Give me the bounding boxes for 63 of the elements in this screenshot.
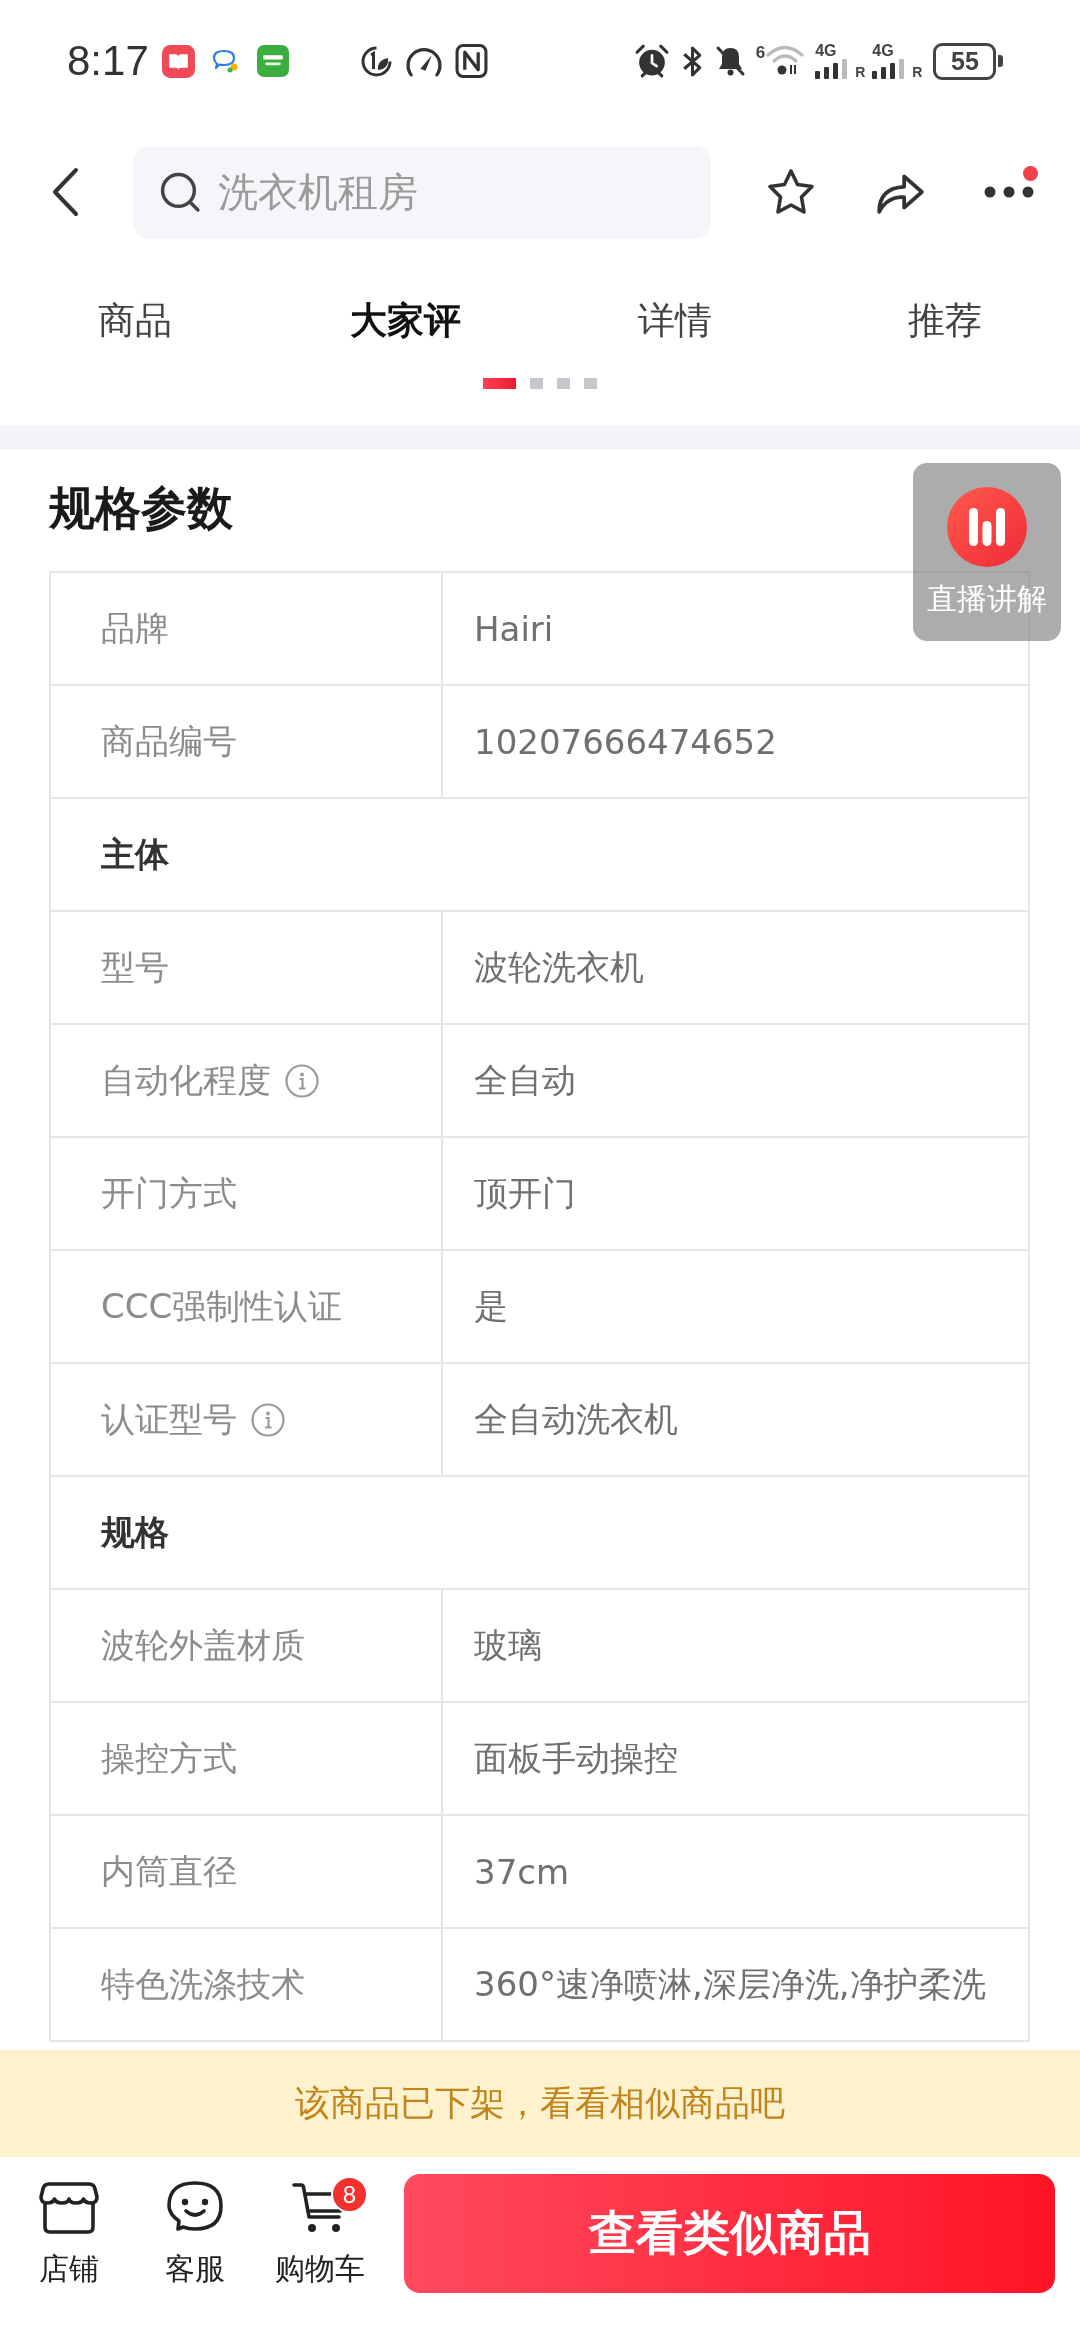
spec-value: 玻璃 xyxy=(474,1623,542,1667)
app-tile-icon xyxy=(256,45,289,77)
nav-tab[interactable]: 大家评 xyxy=(270,286,540,356)
store-button[interactable]: 店铺 xyxy=(19,2174,119,2287)
spec-label: 品牌 xyxy=(101,606,169,650)
spec-value: 顶开门 xyxy=(474,1171,576,1215)
back-icon xyxy=(50,167,80,217)
spec-label: 特色洗涤技术 xyxy=(101,1962,305,2006)
spec-value: 波轮洗衣机 xyxy=(474,945,644,989)
wifi-label: 6 xyxy=(755,44,766,61)
star-icon xyxy=(766,168,816,216)
search-field[interactable]: 洗衣机租房 xyxy=(133,145,711,239)
roaming-label: R xyxy=(912,65,923,79)
favorite-button[interactable] xyxy=(766,168,816,216)
spec-label: 波轮外盖材质 xyxy=(101,1623,305,1667)
spec-label: 开门方式 xyxy=(101,1171,237,1215)
spec-label: 操控方式 xyxy=(101,1736,237,1780)
spec-value: 全自动 xyxy=(474,1058,576,1102)
customer-service-button[interactable]: 客服 xyxy=(145,2174,245,2287)
back-button[interactable] xyxy=(50,167,80,217)
spec-value: 全自动洗衣机 xyxy=(474,1397,678,1441)
section-title: 规格参数 xyxy=(49,480,233,537)
spec-label: 型号 xyxy=(101,945,169,989)
search-icon xyxy=(159,170,202,214)
book-app-icon xyxy=(161,44,195,78)
view-similar-button[interactable]: 查看类似商品 xyxy=(404,2174,1055,2293)
spec-label: 内筒直径 xyxy=(101,1849,237,1893)
nav-label: 客服 xyxy=(165,2251,225,2287)
cart-button[interactable]: 8 购物车 xyxy=(270,2174,370,2287)
network-type-label: 4G xyxy=(815,43,837,59)
spec-label: CCC强制性认证 xyxy=(101,1284,343,1328)
spec-label: 商品编号 xyxy=(101,719,237,763)
bell-off-icon xyxy=(714,45,746,77)
store-icon xyxy=(39,2181,99,2235)
alarm-clock-icon xyxy=(633,43,670,79)
roaming-label: R xyxy=(855,65,866,79)
spec-value: 面板手动操控 xyxy=(474,1736,678,1780)
status-time: 8:17 xyxy=(67,40,149,82)
more-icon xyxy=(984,186,1034,198)
bluetooth-icon xyxy=(681,44,703,78)
spec-group-heading: 规格 xyxy=(101,1510,169,1554)
network-type-label: 4G xyxy=(872,43,894,59)
spec-value: 10207666474652 xyxy=(474,721,777,762)
spec-value: 37cm xyxy=(474,1851,570,1892)
nav-label: 购物车 xyxy=(275,2251,365,2287)
cart-count-badge: 8 xyxy=(331,2176,368,2213)
spec-label: 认证型号 xyxy=(101,1397,237,1441)
chat-bubble-icon xyxy=(211,48,240,74)
delisted-notice-banner: 该商品已下架，看看相似商品吧 xyxy=(0,2050,1080,2157)
spec-value: Hairi xyxy=(474,608,554,649)
nav-tab[interactable]: 推荐 xyxy=(810,286,1080,356)
spec-value: 是 xyxy=(474,1284,508,1328)
wifi-icon xyxy=(766,44,805,76)
spec-group-heading: 主体 xyxy=(101,832,169,876)
data-saver-icon xyxy=(359,44,393,78)
live-bars-icon xyxy=(947,487,1027,567)
nfc-icon xyxy=(454,44,488,78)
battery-indicator: 55 xyxy=(933,42,1004,80)
spec-value: 360°速净喷淋,深层净洗,净护柔洗 xyxy=(474,1962,986,2006)
nav-label: 店铺 xyxy=(39,2251,99,2287)
nav-tab[interactable]: 详情 xyxy=(540,286,810,356)
nav-tab[interactable]: 商品 xyxy=(0,286,270,356)
spec-label: 自动化程度 xyxy=(101,1058,271,1102)
